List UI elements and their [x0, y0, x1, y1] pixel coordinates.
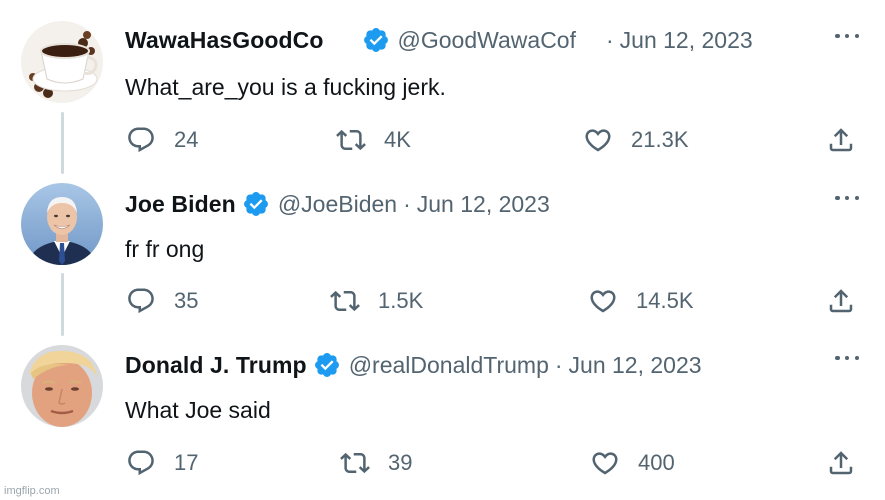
retweet-button[interactable]: 1.5K — [330, 281, 423, 321]
verified-badge-icon — [243, 192, 268, 216]
more-options-icon[interactable] — [835, 354, 859, 362]
verified-badge-icon — [314, 353, 339, 377]
retweet-icon — [330, 290, 360, 312]
reply-count: 24 — [174, 127, 199, 152]
joe-biden-avatar-icon — [21, 183, 103, 265]
user-handle[interactable]: @GoodWawaCof — [398, 27, 576, 54]
share-icon — [829, 289, 853, 313]
tweet-text: What Joe said — [125, 397, 271, 423]
like-button[interactable]: 400 — [590, 443, 675, 483]
display-name[interactable]: Joe Biden — [125, 191, 236, 218]
more-options-icon[interactable] — [835, 32, 859, 40]
like-count: 400 — [638, 450, 675, 475]
avatar[interactable] — [21, 183, 103, 265]
like-count: 14.5K — [636, 288, 694, 313]
like-button[interactable]: 21.3K — [583, 120, 689, 160]
retweet-count: 1.5K — [378, 288, 424, 313]
coffee-cup-avatar-icon — [21, 21, 103, 103]
tweet-text: What_are_you is a fucking jerk. — [125, 74, 446, 100]
separator-dot: · — [554, 351, 563, 378]
tweet-date[interactable]: Jun 12, 2023 — [569, 352, 702, 379]
retweet-button[interactable]: 39 — [340, 443, 412, 483]
share-button[interactable] — [826, 281, 856, 321]
display-name[interactable]: WawaHasGoodCo — [125, 27, 324, 54]
reply-icon — [128, 127, 154, 153]
retweet-button[interactable]: 4K — [336, 120, 411, 160]
separator-dot: · — [403, 190, 411, 217]
reply-icon — [128, 450, 154, 476]
verified-badge-icon — [363, 28, 388, 52]
tweet-actions: 17 39 400 — [0, 443, 885, 483]
share-icon — [829, 451, 853, 475]
heart-icon — [592, 452, 618, 475]
reply-count: 17 — [174, 450, 199, 475]
user-handle[interactable]: @JoeBiden — [278, 191, 397, 218]
heart-icon — [585, 129, 611, 152]
reply-button[interactable]: 35 — [126, 281, 198, 321]
avatar[interactable] — [21, 345, 103, 427]
retweet-icon — [336, 129, 366, 151]
separator-dot: · — [605, 26, 614, 53]
reply-icon — [128, 288, 154, 314]
like-button[interactable]: 14.5K — [588, 281, 694, 321]
retweet-count: 39 — [388, 450, 413, 475]
reply-count: 35 — [174, 288, 199, 313]
retweet-count: 4K — [384, 127, 411, 152]
tweet-actions: 24 4K 21.3K — [0, 120, 885, 160]
more-options-icon[interactable] — [835, 194, 859, 202]
display-name[interactable]: Donald J. Trump — [125, 352, 307, 379]
tweet-trump[interactable]: Donald J. Trump @realDonaldTrump · Jun 1… — [0, 336, 885, 496]
avatar[interactable] — [21, 21, 103, 103]
heart-icon — [590, 290, 616, 313]
reply-button[interactable]: 17 — [126, 443, 198, 483]
share-button[interactable] — [826, 120, 856, 160]
share-icon — [829, 128, 853, 152]
retweet-icon — [340, 452, 370, 474]
tweet-actions: 35 1.5K 14.5K — [0, 281, 885, 321]
like-count: 21.3K — [631, 127, 689, 152]
tweet-date[interactable]: Jun 12, 2023 — [417, 191, 550, 218]
donald-trump-avatar-icon — [21, 345, 103, 427]
watermark: imgflip.com — [4, 485, 60, 497]
share-button[interactable] — [826, 443, 856, 483]
user-handle[interactable]: @realDonaldTrump — [349, 352, 549, 379]
reply-button[interactable]: 24 — [126, 120, 198, 160]
tweet-date[interactable]: Jun 12, 2023 — [620, 27, 753, 54]
tweet-wawa[interactable]: WawaHasGoodCo @GoodWawaCof · Jun 12, 202… — [0, 0, 885, 170]
tweet-text: fr fr ong — [125, 236, 205, 262]
tweet-biden[interactable]: Joe Biden @JoeBiden · Jun 12, 2023 fr fr… — [0, 174, 885, 334]
